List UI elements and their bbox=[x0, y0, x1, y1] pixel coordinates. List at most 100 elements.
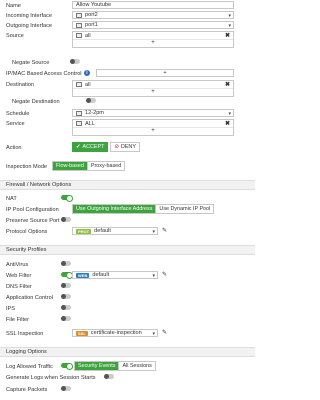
interface-icon bbox=[76, 22, 82, 28]
add-destination-button[interactable]: + bbox=[73, 89, 233, 96]
appcontrol-label: Application Control bbox=[6, 295, 53, 301]
security-section-title: Security Profiles bbox=[6, 247, 47, 253]
proxy-based-option[interactable]: Proxy-based bbox=[87, 162, 125, 170]
pencil-icon[interactable]: ✎ bbox=[162, 271, 167, 278]
logging-section-title: Logging Options bbox=[6, 349, 47, 355]
use-dynamic-option[interactable]: Use Dynamic IP Pool bbox=[156, 205, 214, 213]
outgoing-interface-select[interactable]: port1 ▾ bbox=[72, 21, 234, 29]
destination-value: all bbox=[85, 81, 91, 88]
ssl-inspection-select[interactable]: SSL certificate-inspection ▾ bbox=[72, 329, 158, 337]
service-multiselect[interactable]: ALL ✖ + bbox=[72, 119, 234, 136]
chevron-down-icon[interactable]: ▾ bbox=[228, 13, 231, 19]
schedule-label: Schedule bbox=[6, 111, 30, 117]
add-source-button[interactable]: + bbox=[73, 40, 233, 47]
protocol-options-label: Protocol Options bbox=[6, 229, 48, 235]
destination-label: Destination bbox=[6, 82, 34, 88]
filefilter-label: File Filter bbox=[6, 317, 29, 323]
chevron-down-icon[interactable]: ▾ bbox=[152, 273, 155, 279]
negate-source-toggle[interactable] bbox=[70, 59, 80, 64]
pencil-icon[interactable]: ✎ bbox=[162, 329, 167, 336]
name-value: Allow Youtube bbox=[76, 2, 112, 8]
service-item: ALL ✖ bbox=[73, 120, 233, 128]
source-value: all bbox=[85, 32, 91, 39]
ban-icon: ⊘ bbox=[114, 144, 119, 150]
use-outgoing-option[interactable]: Use Outgoing Interface Address bbox=[73, 205, 157, 213]
negate-destination-toggle[interactable] bbox=[86, 98, 96, 103]
inspection-mode-label: Inspection Mode bbox=[6, 164, 48, 170]
web-badge: WEB bbox=[76, 272, 90, 278]
all-sessions-option[interactable]: All Sessions bbox=[119, 362, 155, 370]
webfilter-toggle[interactable] bbox=[61, 272, 73, 279]
preserve-port-toggle[interactable] bbox=[61, 217, 71, 222]
filefilter-toggle[interactable] bbox=[61, 316, 71, 321]
ssl-value: certificate-inspection bbox=[90, 330, 142, 336]
pencil-icon[interactable]: ✎ bbox=[162, 227, 167, 234]
dnsfilter-toggle[interactable] bbox=[61, 283, 71, 288]
inspection-mode-toggle[interactable]: Flow-based Proxy-based bbox=[52, 161, 126, 171]
protocol-badge: PROT bbox=[76, 228, 92, 234]
remove-icon[interactable]: ✖ bbox=[225, 81, 230, 88]
negate-destination-label: Negate Destination bbox=[12, 99, 60, 105]
log-allowed-toggle[interactable] bbox=[61, 363, 73, 370]
service-icon bbox=[76, 121, 82, 126]
flow-based-option[interactable]: Flow-based bbox=[53, 162, 88, 170]
outgoing-interface-label: Outgoing Interface bbox=[6, 23, 53, 29]
address-icon bbox=[76, 33, 82, 38]
accept-label: ACCEPT bbox=[82, 144, 105, 150]
address-icon bbox=[76, 82, 82, 87]
webfilter-value: default bbox=[92, 272, 110, 278]
webfilter-label: Web Filter bbox=[6, 273, 32, 279]
deny-button[interactable]: ⊘ DENY bbox=[110, 142, 140, 152]
ips-label: IPS bbox=[6, 306, 16, 312]
ip-pool-toggle[interactable]: Use Outgoing Interface Address Use Dynam… bbox=[72, 204, 215, 214]
deny-label: DENY bbox=[120, 144, 136, 150]
destination-item: all ✖ bbox=[73, 81, 233, 89]
chevron-down-icon[interactable]: ▾ bbox=[228, 23, 231, 29]
appcontrol-toggle[interactable] bbox=[61, 294, 71, 299]
remove-icon[interactable]: ✖ bbox=[225, 32, 230, 39]
chevron-down-icon[interactable]: ▾ bbox=[152, 229, 155, 235]
info-icon[interactable]: i bbox=[84, 70, 90, 76]
security-events-option[interactable]: Security Events bbox=[75, 362, 120, 370]
remove-icon[interactable]: ✖ bbox=[225, 120, 230, 127]
capture-packets-toggle[interactable] bbox=[61, 386, 71, 391]
protocol-options-select[interactable]: PROT default ▾ bbox=[72, 227, 158, 235]
antivirus-label: AntiVirus bbox=[6, 262, 29, 268]
chevron-down-icon[interactable]: ▾ bbox=[228, 111, 231, 117]
name-field[interactable]: Allow Youtube bbox=[72, 1, 234, 9]
security-section-header: Security Profiles bbox=[0, 245, 255, 255]
source-multiselect[interactable]: all ✖ + bbox=[72, 31, 234, 48]
ip-pool-label: IP Pool Configuration bbox=[6, 207, 59, 213]
accept-button[interactable]: ✔ ACCEPT bbox=[72, 142, 109, 152]
generate-logs-toggle[interactable] bbox=[104, 374, 114, 379]
name-label: Name bbox=[6, 3, 21, 9]
ips-toggle[interactable] bbox=[61, 305, 71, 310]
schedule-select[interactable]: 12-2pm ▾ bbox=[72, 109, 234, 117]
action-buttons: ✔ ACCEPT ⊘ DENY bbox=[72, 142, 140, 152]
service-label: Service bbox=[6, 121, 25, 127]
interface-icon bbox=[76, 12, 82, 18]
generate-logs-label: Generate Logs when Session Starts bbox=[6, 375, 96, 381]
action-label: Action bbox=[6, 145, 22, 151]
negate-source-label: Negate Source bbox=[12, 60, 50, 66]
incoming-interface-value: port2 bbox=[85, 12, 98, 18]
protocol-value: default bbox=[94, 228, 111, 234]
chevron-down-icon[interactable]: ▾ bbox=[152, 331, 155, 337]
schedule-value: 12-2pm bbox=[85, 110, 104, 116]
antivirus-toggle[interactable] bbox=[61, 261, 71, 266]
logging-section-header: Logging Options bbox=[0, 347, 255, 357]
destination-multiselect[interactable]: all ✖ + bbox=[72, 80, 234, 97]
log-allowed-mode[interactable]: Security Events All Sessions bbox=[74, 361, 156, 371]
add-service-button[interactable]: + bbox=[73, 128, 233, 135]
nat-toggle[interactable] bbox=[61, 195, 73, 202]
webfilter-select[interactable]: WEB default ▾ bbox=[72, 271, 158, 279]
ipmac-add-field[interactable]: + bbox=[96, 69, 234, 77]
firewall-section-title: Firewall / Network Options bbox=[6, 182, 72, 188]
capture-packets-label: Capture Packets bbox=[6, 387, 48, 393]
incoming-interface-select[interactable]: port2 ▾ bbox=[72, 11, 234, 19]
add-icon[interactable]: + bbox=[163, 70, 166, 76]
service-value: ALL bbox=[85, 120, 95, 127]
source-label: Source bbox=[6, 33, 24, 39]
ssl-inspection-label: SSL Inspection bbox=[6, 331, 44, 337]
log-allowed-label: Log Allowed Traffic bbox=[6, 364, 53, 370]
